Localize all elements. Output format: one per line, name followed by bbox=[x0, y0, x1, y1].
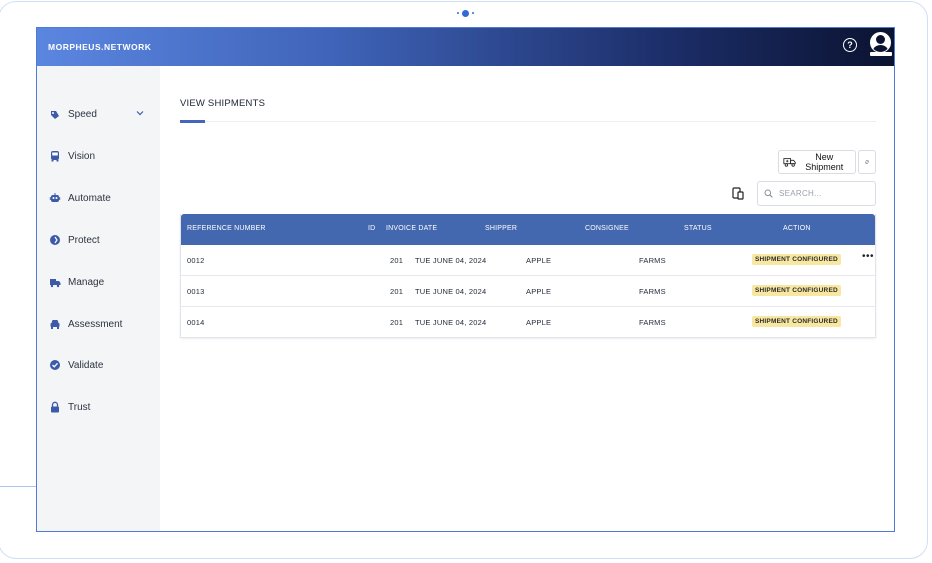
cell-id: 201 bbox=[390, 256, 404, 265]
user-avatar[interactable] bbox=[870, 32, 891, 53]
speed-icon bbox=[49, 108, 61, 120]
check-badge-icon bbox=[49, 359, 61, 371]
sidebar-item-trust[interactable]: Trust bbox=[49, 399, 149, 415]
cell-consignee: FARMS bbox=[639, 287, 666, 296]
refresh-button[interactable] bbox=[858, 150, 876, 174]
search-icon bbox=[764, 189, 773, 198]
new-shipment-button[interactable]: New Shipment bbox=[778, 150, 856, 174]
column-header-status[interactable]: STATUS bbox=[684, 225, 712, 232]
cell-consignee: FARMS bbox=[639, 318, 666, 327]
sidebar: Speed Vision Automate Protect Manage Ass… bbox=[37, 66, 160, 531]
frame-divider bbox=[0, 486, 36, 487]
sidebar-item-label: Protect bbox=[68, 234, 100, 246]
cell-id: 201 bbox=[390, 318, 404, 327]
sidebar-item-manage[interactable]: Manage bbox=[49, 274, 149, 290]
table-row[interactable]: 0013 201 TUE JUNE 04, 2024 APPLE FARMS S… bbox=[181, 276, 875, 307]
cell-invoice-date: TUE JUNE 04, 2024 bbox=[415, 256, 487, 265]
truck-icon bbox=[49, 276, 61, 288]
cell-invoice-date: TUE JUNE 04, 2024 bbox=[415, 318, 487, 327]
sidebar-item-speed[interactable]: Speed bbox=[49, 106, 149, 122]
shield-icon bbox=[49, 234, 61, 246]
sidebar-item-label: Assessment bbox=[68, 318, 123, 330]
cell-invoice-date: TUE JUNE 04, 2024 bbox=[415, 287, 487, 296]
cell-reference: 0013 bbox=[187, 287, 205, 296]
robot-icon bbox=[49, 192, 61, 204]
search-field[interactable] bbox=[757, 181, 876, 206]
table-row[interactable]: 0012 201 TUE JUNE 04, 2024 APPLE FARMS S… bbox=[181, 245, 875, 276]
status-badge: SHIPMENT CONFIGURED bbox=[752, 316, 841, 327]
help-icon[interactable]: ? bbox=[843, 38, 857, 52]
bus-icon bbox=[49, 150, 61, 162]
cell-reference: 0014 bbox=[187, 318, 205, 327]
car-icon bbox=[49, 318, 61, 330]
sidebar-item-assessment[interactable]: Assessment bbox=[49, 316, 149, 332]
more-options-icon[interactable]: ••• bbox=[862, 252, 874, 262]
avatar-base bbox=[870, 52, 892, 56]
chevron-down-icon[interactable] bbox=[136, 109, 144, 117]
column-header-action: ACTION bbox=[783, 225, 811, 232]
cell-shipper: APPLE bbox=[526, 287, 552, 296]
lock-icon bbox=[49, 401, 61, 413]
sidebar-item-vision[interactable]: Vision bbox=[49, 148, 149, 164]
status-badge: SHIPMENT CONFIGURED bbox=[752, 285, 841, 296]
brand-logo-text: MORPHEUS.NETWORK bbox=[48, 42, 152, 52]
truck-icon bbox=[783, 158, 796, 167]
device-view-icon[interactable] bbox=[730, 183, 746, 203]
main-content: VIEW SHIPMENTS New Shipment SEARCH... RE… bbox=[160, 66, 894, 531]
cell-consignee: FARMS bbox=[639, 256, 666, 265]
cell-shipper: APPLE bbox=[526, 318, 552, 327]
search-input[interactable] bbox=[777, 188, 871, 199]
column-header-consignee[interactable]: CONSIGNEE bbox=[585, 225, 629, 232]
sidebar-item-label: Trust bbox=[68, 401, 91, 413]
new-shipment-label: New Shipment bbox=[805, 152, 844, 172]
column-header-id[interactable]: ID bbox=[368, 225, 375, 232]
sidebar-item-label: Vision bbox=[68, 150, 96, 162]
refresh-icon bbox=[865, 160, 869, 164]
cell-id: 201 bbox=[390, 287, 404, 296]
title-divider bbox=[205, 121, 876, 122]
table-row[interactable]: 0014 201 TUE JUNE 04, 2024 APPLE FARMS S… bbox=[181, 307, 875, 337]
column-header-reference[interactable]: REFERENCE NUMBER bbox=[187, 225, 266, 232]
sidebar-item-label: Speed bbox=[68, 108, 97, 120]
camera-icon bbox=[456, 9, 476, 17]
app-window: MORPHEUS.NETWORK ? Speed Vision Automate bbox=[36, 27, 895, 532]
shipments-table: REFERENCE NUMBER ID INVOICE DATE SHIPPER… bbox=[180, 214, 876, 338]
sidebar-item-protect[interactable]: Protect bbox=[49, 232, 149, 248]
page-title: VIEW SHIPMENTS bbox=[180, 98, 266, 109]
sidebar-item-automate[interactable]: Automate bbox=[49, 190, 149, 206]
sidebar-item-label: Manage bbox=[68, 276, 105, 288]
sidebar-item-validate[interactable]: Validate bbox=[49, 357, 149, 373]
sidebar-item-label: Automate bbox=[68, 192, 111, 204]
cell-reference: 0012 bbox=[187, 256, 205, 265]
column-header-invoice-date[interactable]: INVOICE DATE bbox=[386, 225, 437, 232]
cell-shipper: APPLE bbox=[526, 256, 552, 265]
column-header-shipper[interactable]: SHIPPER bbox=[485, 225, 517, 232]
status-badge: SHIPMENT CONFIGURED bbox=[752, 254, 841, 265]
top-bar: MORPHEUS.NETWORK ? bbox=[37, 28, 894, 66]
table-header: REFERENCE NUMBER ID INVOICE DATE SHIPPER… bbox=[181, 214, 875, 245]
active-tab-indicator bbox=[180, 120, 205, 123]
sidebar-item-label: Validate bbox=[68, 359, 104, 371]
